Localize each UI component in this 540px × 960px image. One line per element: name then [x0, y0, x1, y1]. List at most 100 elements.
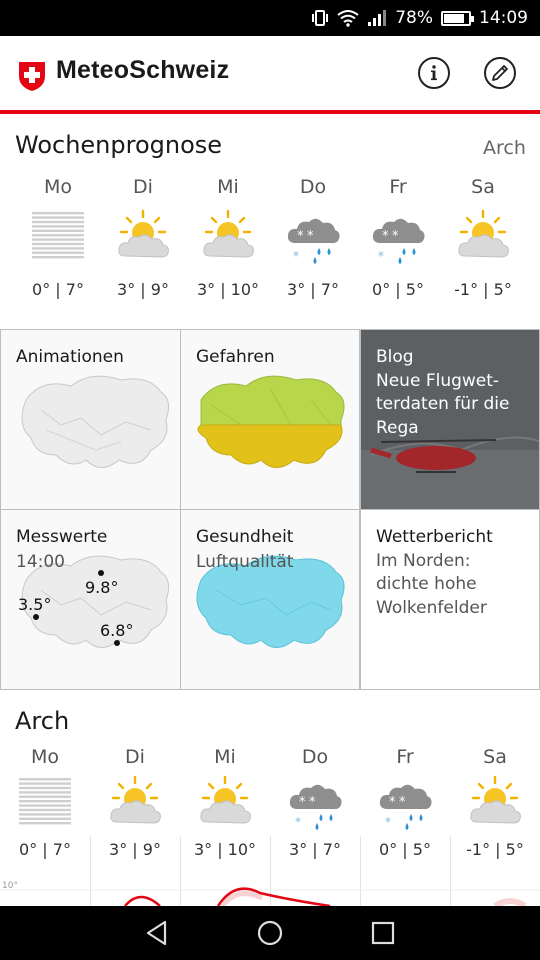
weather-report-line-1: Im Norden: — [376, 550, 471, 571]
app-title: MeteoSchweiz — [56, 56, 230, 84]
day-name: Fr — [389, 176, 407, 198]
local-forecast-title: Arch — [15, 707, 70, 735]
hazards-label: Gefahren — [196, 347, 275, 367]
health-tile[interactable]: Gesundheit Luftqualität — [180, 509, 360, 690]
blog-title-line-1: Neue Flugwet- — [376, 370, 500, 391]
weekly-day-mi[interactable]: Mi 3° | 10° — [183, 176, 273, 304]
status-bar: 78% 14:09 — [0, 0, 540, 36]
day-name: Sa — [471, 176, 495, 198]
recents-button[interactable] — [363, 913, 403, 953]
signal-icon — [367, 9, 387, 27]
back-button[interactable] — [137, 913, 177, 953]
weekly-day-fr[interactable]: Fr * * * 0° | 5° — [353, 176, 443, 304]
day-name: Mi — [214, 746, 236, 768]
rain-snow-icon: * * * — [285, 208, 341, 264]
day-name: Do — [301, 746, 329, 768]
swiss-shield-logo — [19, 62, 45, 91]
day-name: Mo — [30, 746, 60, 768]
partly-cloudy-icon — [455, 208, 511, 264]
local-day-sa[interactable]: Sa -1° | 5° — [450, 746, 540, 864]
local-day-do[interactable]: Do * * * 3° | 7° — [270, 746, 360, 864]
svg-text:*: * — [389, 795, 396, 810]
svg-text:*: * — [293, 249, 299, 263]
temperature-range: 0° | 5° — [372, 280, 424, 299]
weather-report-label: Wetterbericht — [376, 527, 493, 547]
tile-grid: Animationen Gefahren Blog Neue Flugwet- … — [0, 329, 540, 691]
rain-snow-icon: * * * — [287, 774, 343, 830]
clock: 14:09 — [479, 8, 528, 28]
day-name: Mi — [217, 176, 239, 198]
weekly-forecast-title: Wochenprognose — [15, 131, 223, 159]
temperature-range: 0° | 7° — [32, 280, 84, 299]
wifi-icon — [337, 9, 359, 27]
partly-cloudy-icon — [200, 208, 256, 264]
temperature-range: 3° | 9° — [117, 280, 169, 299]
blog-title-line-3: Rega — [376, 417, 419, 438]
fog-icon — [17, 774, 73, 830]
day-name: Mo — [43, 176, 73, 198]
weekly-day-di[interactable]: Di 3° | 9° — [98, 176, 188, 304]
day-name: Fr — [396, 746, 414, 768]
measurements-tile[interactable]: Messwerte 14:00 9.8° 3.5° 6.8° — [0, 509, 181, 690]
svg-text:*: * — [382, 229, 389, 244]
temperature-range: 3° | 7° — [287, 280, 339, 299]
svg-text:*: * — [385, 815, 391, 829]
temperature-range: 0° | 5° — [379, 840, 431, 859]
animations-tile[interactable]: Animationen — [0, 329, 181, 510]
temperature-range: 3° | 7° — [289, 840, 341, 859]
info-button[interactable] — [418, 57, 450, 89]
svg-text:*: * — [297, 229, 304, 244]
station-dot — [114, 640, 120, 646]
home-button[interactable] — [250, 913, 290, 953]
local-day-di[interactable]: Di 3° | 9° — [90, 746, 180, 864]
battery-icon — [441, 10, 474, 26]
partly-cloudy-icon — [115, 208, 171, 264]
pencil-icon — [492, 65, 508, 81]
animations-label: Animationen — [16, 347, 124, 367]
hazards-tile[interactable]: Gefahren — [180, 329, 360, 510]
weekly-forecast-location[interactable]: Arch — [483, 137, 526, 159]
local-day-mo[interactable]: Mo 0° | 7° — [0, 746, 90, 864]
temperature-chart — [0, 887, 540, 906]
health-label: Gesundheit — [196, 527, 294, 547]
weekly-day-sa[interactable]: Sa -1° | 5° — [438, 176, 528, 304]
measurements-label: Messwerte — [16, 527, 108, 547]
day-name: Sa — [483, 746, 507, 768]
station-temp: 9.8° — [85, 578, 119, 597]
weather-report-text: Wetterbericht Im Norden: dichte hohe Wol… — [376, 526, 493, 620]
svg-text:*: * — [307, 229, 314, 244]
svg-text:*: * — [299, 795, 306, 810]
vibrate-icon — [311, 9, 329, 27]
temperature-range: 3° | 9° — [109, 840, 161, 859]
partly-cloudy-icon — [197, 774, 253, 830]
partly-cloudy-icon — [467, 774, 523, 830]
system-nav-bar — [0, 906, 540, 960]
local-day-mi[interactable]: Mi 3° | 10° — [180, 746, 270, 864]
battery-percent: 78% — [395, 8, 433, 28]
weekly-day-mo[interactable]: Mo 0° | 7° — [13, 176, 103, 304]
weather-report-line-2: dichte hohe — [376, 574, 477, 594]
svg-text:*: * — [378, 249, 384, 263]
weather-report-tile[interactable]: Wetterbericht Im Norden: dichte hohe Wol… — [360, 509, 540, 690]
station-temp: 6.8° — [100, 621, 134, 640]
svg-text:*: * — [399, 795, 406, 810]
rain-snow-icon: * * * — [370, 208, 426, 264]
rain-snow-icon: * * * — [377, 774, 433, 830]
temperature-range: -1° | 5° — [466, 840, 524, 859]
info-icon — [431, 65, 437, 81]
app-bar: MeteoSchweiz — [0, 36, 540, 112]
station-dot — [98, 570, 104, 576]
station-temp: 3.5° — [18, 595, 52, 614]
temperature-range: -1° | 5° — [454, 280, 512, 299]
blog-tile[interactable]: Blog Neue Flugwet- terdaten für die Rega — [360, 329, 540, 510]
edit-button[interactable] — [484, 57, 516, 89]
local-day-fr[interactable]: Fr * * * 0° | 5° — [360, 746, 450, 864]
measurements-time: 14:00 — [16, 552, 65, 572]
blog-label: Blog — [376, 347, 414, 367]
day-name: Di — [133, 176, 153, 198]
weekly-day-do[interactable]: Do * * * 3° | 7° — [268, 176, 358, 304]
brand-divider — [0, 110, 540, 114]
station-dot — [33, 614, 39, 620]
recents-icon — [372, 921, 395, 945]
weather-report-line-3: Wolkenfelder — [376, 597, 487, 618]
